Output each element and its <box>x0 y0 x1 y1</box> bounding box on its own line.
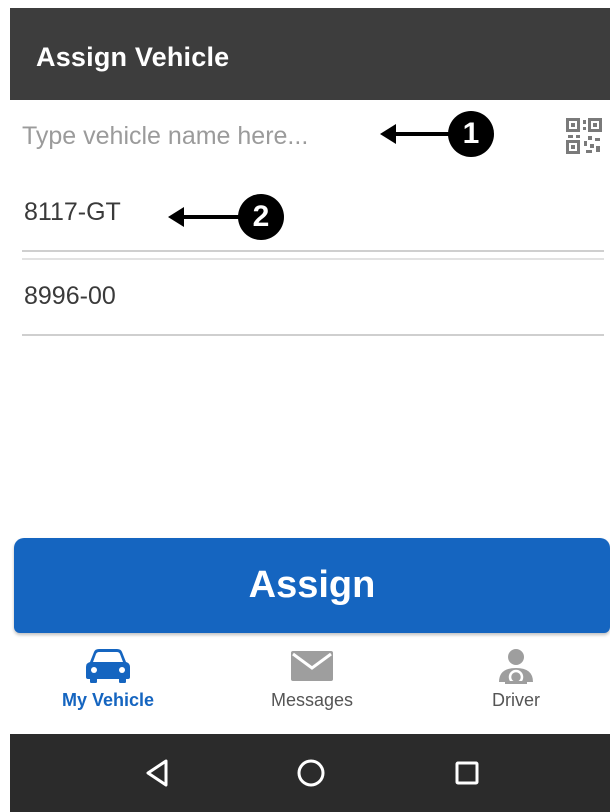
home-circle-icon <box>297 759 325 787</box>
annotation-badge: 1 <box>448 111 494 157</box>
car-icon <box>86 649 130 683</box>
nav-label: Messages <box>270 690 354 710</box>
app-bar: Assign Vehicle <box>10 8 610 100</box>
nav-label: My Vehicle <box>61 690 155 710</box>
vehicle-search-input[interactable] <box>22 114 392 158</box>
annotation-1: 1 <box>380 111 500 157</box>
back-triangle-icon <box>146 759 168 787</box>
search-row <box>10 100 610 176</box>
bottom-nav: My Vehicle Messages Driver <box>10 640 610 732</box>
vehicle-name: 8117-GT <box>24 198 121 226</box>
nav-item-messages[interactable]: Messages <box>252 648 372 711</box>
system-nav-bar <box>10 734 610 812</box>
nav-item-my-vehicle[interactable]: My Vehicle <box>48 648 168 711</box>
assign-button[interactable]: Assign <box>14 538 610 633</box>
system-back-button[interactable] <box>140 756 174 790</box>
vehicle-name: 8996-00 <box>24 282 116 310</box>
system-home-button[interactable] <box>294 756 328 790</box>
qr-code-icon <box>566 118 602 154</box>
page-title: Assign Vehicle <box>36 42 230 72</box>
recents-square-icon <box>455 761 479 785</box>
annotation-arrow-line <box>182 215 244 219</box>
annotation-arrow-line <box>394 132 456 136</box>
driver-icon <box>499 649 533 684</box>
nav-label: Driver <box>492 690 540 710</box>
annotation-2: 2 <box>168 194 292 240</box>
envelope-icon <box>291 651 333 681</box>
list-divider <box>22 258 604 260</box>
vehicle-list-item[interactable]: 8117-GT <box>22 178 604 252</box>
vehicle-list-item[interactable]: 8996-00 <box>22 262 604 336</box>
nav-item-driver[interactable]: Driver <box>456 648 576 711</box>
qr-scan-button[interactable] <box>562 114 606 158</box>
system-recents-button[interactable] <box>450 756 484 790</box>
annotation-badge: 2 <box>238 194 284 240</box>
